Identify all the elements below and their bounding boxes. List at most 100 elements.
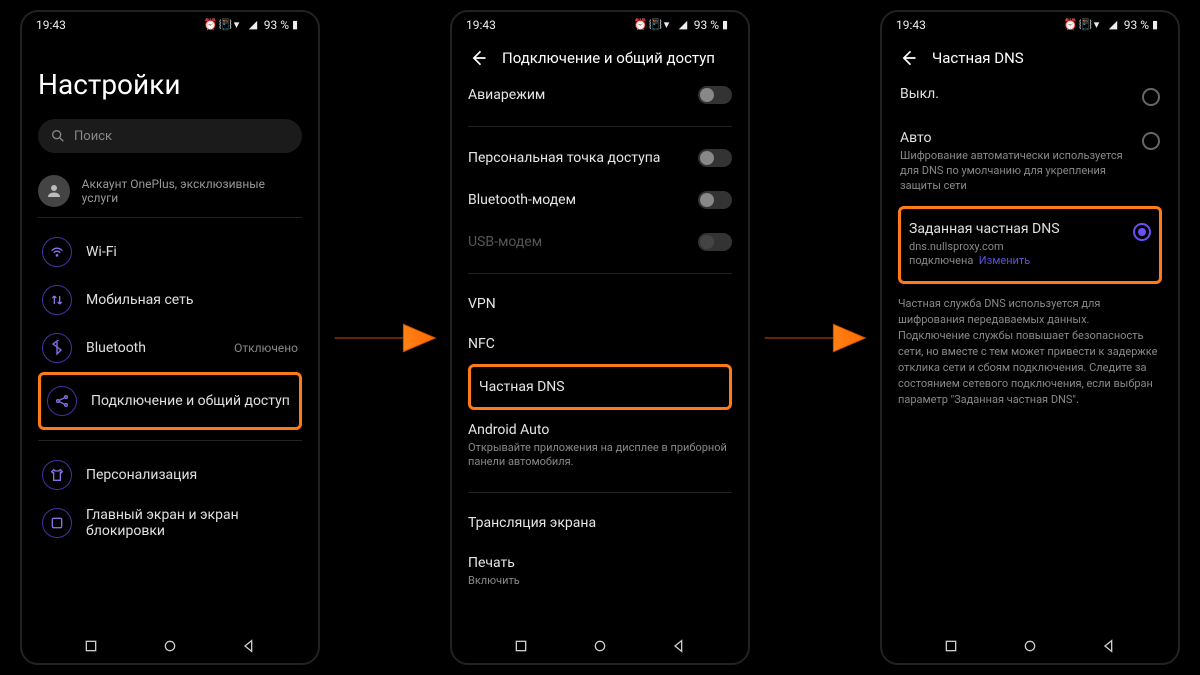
row-vpn[interactable]: VPN xyxy=(468,284,732,324)
toggle-usb-tether xyxy=(698,233,732,251)
sub: Открывайте приложения на дисплее в прибо… xyxy=(468,441,732,470)
nav-home[interactable] xyxy=(161,637,179,655)
battery-icon: ▮ xyxy=(292,19,304,31)
radio-auto[interactable]: Авто Шифрование автоматически использует… xyxy=(898,118,1162,206)
label: Мобильная сеть xyxy=(86,292,193,308)
status-bar: 19:43 ⏰ 📳 ▾ ◢ 93 % ▮ xyxy=(882,12,1178,38)
toggle-airplane[interactable] xyxy=(698,86,732,104)
avatar xyxy=(38,175,70,207)
search-input[interactable]: Поиск xyxy=(38,119,302,153)
page-title: Настройки xyxy=(38,68,302,101)
alarm-icon: ⏰ xyxy=(634,19,646,31)
settings-item-bluetooth[interactable]: Bluetooth Отключено xyxy=(38,324,302,372)
dns-description: Частная служба DNS используется для шифр… xyxy=(898,296,1162,408)
row-hotspot[interactable]: Персональная точка доступа xyxy=(468,137,732,179)
status-bar: 19:43 ⏰ 📳 ▾ ◢ 93 % ▮ xyxy=(452,12,748,38)
wifi-icon: ▾ xyxy=(664,19,676,31)
nav-recent[interactable] xyxy=(942,637,960,655)
settings-item-connectivity[interactable]: Подключение и общий доступ xyxy=(43,377,297,425)
back-icon[interactable] xyxy=(898,48,918,68)
battery-percent: 93 % xyxy=(694,18,719,32)
row-airplane[interactable]: Авиарежим xyxy=(468,74,732,116)
header-title: Частная DNS xyxy=(932,49,1024,67)
sub: Включить xyxy=(468,574,732,588)
nav-recent[interactable] xyxy=(82,637,100,655)
label: Печать xyxy=(468,555,732,571)
toggle-hotspot[interactable] xyxy=(698,149,732,167)
header: Подключение и общий доступ xyxy=(452,38,748,74)
phone-private-dns: 19:43 ⏰ 📳 ▾ ◢ 93 % ▮ Частная DNS Выкл. А… xyxy=(880,10,1180,665)
account-row[interactable]: Аккаунт OnePlus, эксклюзивные услуги xyxy=(38,175,302,207)
nav-back[interactable] xyxy=(670,637,688,655)
nav-back[interactable] xyxy=(240,637,258,655)
label: Заданная частная DNS xyxy=(909,221,1123,237)
label: Авто xyxy=(900,130,1132,146)
toggle-bt-tether[interactable] xyxy=(698,191,732,209)
sub: Шифрование автоматически используется дл… xyxy=(900,149,1132,194)
search-placeholder: Поиск xyxy=(74,129,112,144)
arrows-icon xyxy=(49,292,65,308)
phone-settings-root: 19:43 ⏰ 📳 ▾ ◢ 93 % ▮ Настройки Поиск Акк… xyxy=(20,10,320,665)
row-print[interactable]: Печать Включить xyxy=(468,543,732,600)
radio-icon[interactable] xyxy=(1142,132,1160,150)
signal-icon: ◢ xyxy=(1109,19,1121,31)
row-nfc[interactable]: NFC xyxy=(468,324,732,364)
label: Персонализация xyxy=(86,467,197,483)
nav-recent[interactable] xyxy=(512,637,530,655)
highlight-private-dns: Частная DNS xyxy=(468,364,732,410)
settings-item-wifi[interactable]: Wi-Fi xyxy=(38,228,302,276)
divider xyxy=(468,492,732,493)
back-icon[interactable] xyxy=(468,48,488,68)
nav-home[interactable] xyxy=(1021,637,1039,655)
radio-icon-selected[interactable] xyxy=(1133,223,1151,241)
radio-icon[interactable] xyxy=(1142,88,1160,106)
label: Android Auto xyxy=(468,422,732,438)
row-android-auto[interactable]: Android Auto Открывайте приложения на ди… xyxy=(468,410,732,482)
settings-item-personalization[interactable]: Персонализация xyxy=(38,451,302,499)
battery-icon: ▮ xyxy=(1152,19,1164,31)
row-private-dns[interactable]: Частная DNS xyxy=(473,369,727,405)
row-bt-tether[interactable]: Bluetooth-модем xyxy=(468,179,732,221)
radio-off[interactable]: Выкл. xyxy=(898,74,1162,118)
status-icons: ⏰ 📳 ▾ ◢ 93 % ▮ xyxy=(634,18,734,32)
nav-home[interactable] xyxy=(591,637,609,655)
label: Главный экран и экран блокировки xyxy=(86,507,298,539)
person-icon xyxy=(45,182,63,200)
row-cast[interactable]: Трансляция экрана xyxy=(468,503,732,543)
label: Частная DNS xyxy=(479,379,565,395)
bluetooth-icon xyxy=(49,340,65,356)
label: VPN xyxy=(468,296,496,312)
alarm-icon: ⏰ xyxy=(204,19,216,31)
label: Выкл. xyxy=(900,86,1132,102)
nav-back[interactable] xyxy=(1100,637,1118,655)
signal-icon: ◢ xyxy=(249,19,261,31)
home-icon xyxy=(49,515,65,531)
status-bar: 19:43 ⏰ 📳 ▾ ◢ 93 % ▮ xyxy=(22,12,318,38)
settings-item-mobile[interactable]: Мобильная сеть xyxy=(38,276,302,324)
arrow-step-1 xyxy=(330,308,440,368)
settings-item-homescreen[interactable]: Главный экран и экран блокировки xyxy=(38,499,302,547)
wifi-icon: ▾ xyxy=(234,19,246,31)
arrow-step-2 xyxy=(760,308,870,368)
signal-icon: ◢ xyxy=(679,19,691,31)
account-label: Аккаунт OnePlus, эксклюзивные услуги xyxy=(82,177,302,205)
label: Wi-Fi xyxy=(86,244,117,260)
bluetooth-status: Отключено xyxy=(234,341,298,355)
status-icons: ⏰ 📳 ▾ ◢ 93 % ▮ xyxy=(204,18,304,32)
nav-bar xyxy=(22,633,318,663)
search-icon xyxy=(50,128,66,144)
row-usb-tether: USB-модем xyxy=(468,221,732,263)
highlight-designated-dns: Заданная частная DNS dns.nullsproxy.com … xyxy=(898,206,1162,285)
header: Частная DNS xyxy=(882,38,1178,74)
wifi-icon: ▾ xyxy=(1094,19,1106,31)
vibrate-icon: 📳 xyxy=(219,19,231,31)
highlight-connectivity: Подключение и общий доступ xyxy=(38,372,302,430)
battery-percent: 93 % xyxy=(1124,18,1149,32)
sub: dns.nullsproxy.com подключена Изменить xyxy=(909,240,1123,270)
label: Авиарежим xyxy=(468,87,545,103)
radio-designated[interactable]: Заданная частная DNS dns.nullsproxy.com … xyxy=(903,211,1157,280)
label: Bluetooth xyxy=(86,340,220,356)
edit-link[interactable]: Изменить xyxy=(979,254,1030,267)
label: Bluetooth-модем xyxy=(468,192,576,208)
divider xyxy=(468,273,732,274)
